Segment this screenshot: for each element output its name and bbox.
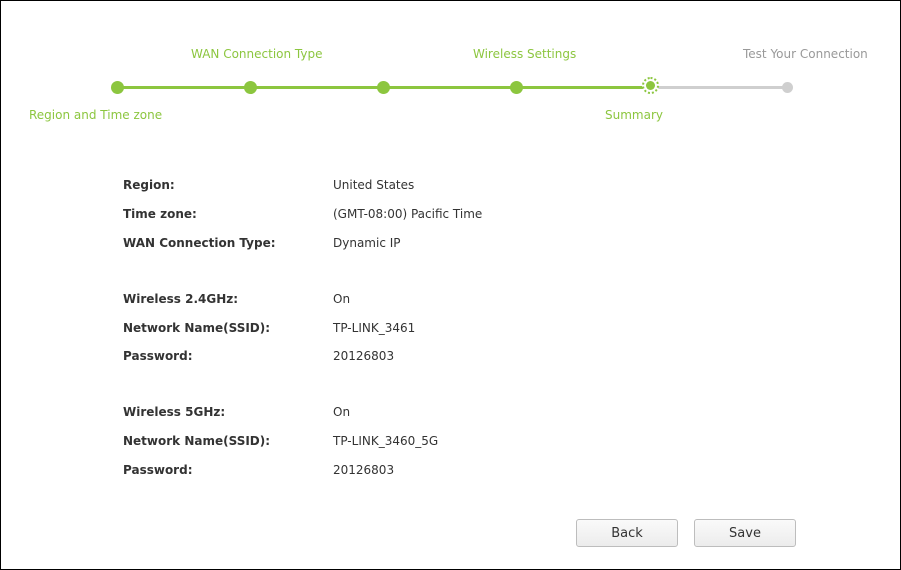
- progress-track-remaining: [651, 86, 788, 89]
- 24ghz-ssid-value: TP-LINK_3461: [333, 321, 416, 335]
- region-label: Region:: [123, 178, 175, 192]
- 24ghz-ssid-label: Network Name(SSID):: [123, 321, 271, 335]
- step-label-wan-connection-type: WAN Connection Type: [191, 47, 323, 61]
- step-label-test-your-connection: Test Your Connection: [743, 47, 868, 61]
- wireless-24ghz-value: On: [333, 292, 351, 306]
- step-dot-region-time-zone: [111, 81, 124, 94]
- time-zone-label: Time zone:: [123, 207, 197, 221]
- step-dot-wan-connection-type: [244, 81, 257, 94]
- 5ghz-password-label: Password:: [123, 463, 193, 477]
- wireless-5ghz-value: On: [333, 405, 351, 419]
- time-zone-value: (GMT-08:00) Pacific Time: [333, 207, 483, 221]
- step-dot-summary-current: [642, 77, 659, 94]
- quick-setup-panel: WAN Connection Type Wireless Settings Te…: [0, 0, 901, 570]
- step-dot-test-your-connection: [782, 82, 793, 93]
- 5ghz-password-value: 20126803: [333, 463, 395, 477]
- step-dot-wireless-settings: [510, 81, 523, 94]
- step-label-wireless-settings: Wireless Settings: [473, 47, 577, 61]
- step-label-summary: Summary: [605, 108, 663, 122]
- step-label-region-and-time-zone: Region and Time zone: [29, 108, 163, 122]
- wan-connection-type-label: WAN Connection Type:: [123, 236, 276, 250]
- 5ghz-ssid-label: Network Name(SSID):: [123, 434, 271, 448]
- wan-connection-type-value: Dynamic IP: [333, 236, 401, 250]
- region-value: United States: [333, 178, 415, 192]
- 24ghz-password-label: Password:: [123, 349, 193, 363]
- wireless-24ghz-label: Wireless 2.4GHz:: [123, 292, 239, 306]
- save-button[interactable]: Save: [694, 519, 796, 547]
- step-dot-step-3: [377, 81, 390, 94]
- wireless-5ghz-label: Wireless 5GHz:: [123, 405, 226, 419]
- 5ghz-ssid-value: TP-LINK_3460_5G: [333, 434, 439, 448]
- back-button[interactable]: Back: [576, 519, 678, 547]
- 24ghz-password-value: 20126803: [333, 349, 395, 363]
